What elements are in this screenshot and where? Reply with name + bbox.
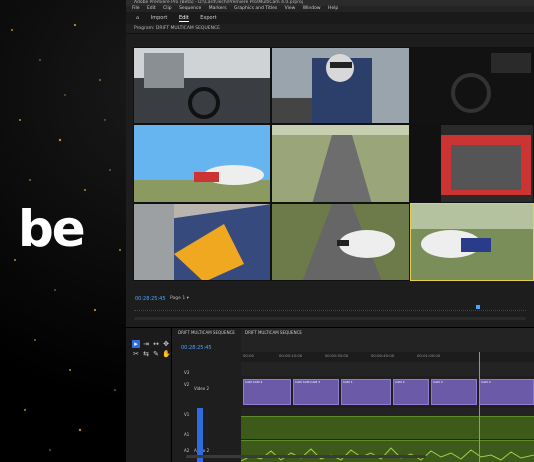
ruler-tick: 00:01:00:00 (417, 353, 441, 358)
clip-label: CAM 2 (395, 380, 405, 384)
slip-icon[interactable]: ⇆ (142, 350, 150, 358)
video-clip[interactable]: CAM 3 (431, 379, 477, 405)
pen-icon[interactable]: ✎ (152, 350, 160, 358)
sequence-tab[interactable]: DRIFT MULTICAM SEQUENCE (245, 330, 302, 335)
video-clip[interactable]: CAM 2 (393, 379, 429, 405)
clip-label: CAM 3 (433, 380, 443, 384)
home-icon[interactable]: ⌂ (136, 15, 139, 21)
move-icon[interactable]: ✥ (162, 340, 170, 348)
ruler-tick: 00:00:30:00 (325, 353, 349, 358)
camera-angle-5[interactable] (271, 124, 410, 203)
timeline-playhead[interactable] (479, 352, 480, 462)
tab-import[interactable]: Import (151, 15, 168, 21)
camera-angle-8[interactable] (271, 203, 410, 281)
menu-file[interactable]: File (132, 6, 140, 11)
audio-clip-a2[interactable] (240, 440, 534, 462)
video-clip[interactable]: CAM CAM CAM 3 (293, 379, 339, 405)
monitor-scrollbar[interactable] (134, 317, 526, 320)
project-tab[interactable]: DRIFT MULTICAM SEQUENCE (172, 328, 242, 337)
hand-icon[interactable]: ✋ (162, 350, 171, 358)
track-label-v3: V3 (184, 370, 190, 375)
track-name-v2: Video 2 (194, 386, 210, 391)
fit-dropdown[interactable]: Page 1 ▾ (170, 296, 189, 301)
camera-angle-7[interactable] (133, 203, 271, 281)
menu-graphics[interactable]: Graphics and Titles (234, 6, 277, 11)
fit-value: Page 1 (170, 296, 186, 301)
menu-help[interactable]: Help (328, 6, 338, 11)
program-timecode[interactable]: 00:28:25:45 (135, 296, 166, 302)
menu-edit[interactable]: Edit (147, 6, 156, 11)
clip-label: CAM 1 (343, 380, 353, 384)
adobe-logo-text: be (18, 200, 86, 258)
clip-label: CAM CAM 4 (245, 380, 263, 384)
track-label-a1: A1 (184, 432, 190, 437)
menu-view[interactable]: View (285, 6, 296, 11)
tab-export[interactable]: Export (200, 15, 216, 21)
camera-angle-9[interactable] (410, 203, 534, 281)
menu-markers[interactable]: Markers (209, 6, 227, 11)
ripple-edit-icon[interactable]: ↔ (152, 340, 160, 348)
track-label-v2: V2 (184, 382, 190, 387)
monitor-playhead[interactable] (476, 305, 480, 309)
menu-window[interactable]: Window (303, 6, 321, 11)
tab-edit[interactable]: Edit (178, 15, 189, 22)
razor-icon[interactable]: ✂ (132, 350, 140, 358)
program-monitor-header: Program: DRIFT MULTICAM SEQUENCE (126, 24, 534, 34)
timeline-timecode[interactable]: 00:28:25:45 (181, 345, 212, 351)
camera-angle-3[interactable] (410, 47, 534, 124)
track-label-a2: A2 (184, 448, 190, 453)
track-label-v1: V1 (184, 412, 190, 417)
camera-angle-2[interactable] (271, 47, 410, 124)
video-clip[interactable]: CAM CAM 4 (243, 379, 291, 405)
timeline-scrollbar[interactable] (186, 455, 426, 458)
monitor-ruler (134, 310, 526, 315)
camera-angle-4[interactable] (133, 124, 271, 203)
camera-angle-6[interactable] (410, 124, 534, 203)
audio-waveform (240, 447, 534, 462)
chevron-down-icon: ▾ (186, 296, 189, 301)
audio-clip-a1[interactable] (241, 416, 534, 439)
track-select-icon[interactable]: ⇥ (142, 340, 150, 348)
tools-panel: ▸ ⇥ ↔ ✥ ✂ ⇆ ✎ ✋ (126, 338, 171, 462)
camera-angle-1[interactable] (133, 47, 271, 124)
clip-label: CAM 4 (481, 380, 491, 384)
premiere-window: Adobe Premiere Pro (Beta) - D:\Card\Tech… (126, 0, 534, 462)
timeline-ruler[interactable]: 00:00 00:00:15:00 00:00:30:00 00:00:45:0… (241, 352, 534, 362)
menu-sequence[interactable]: Sequence (179, 6, 201, 11)
selection-tool-icon[interactable]: ▸ (132, 340, 140, 348)
video-clip[interactable]: CAM 4 (479, 379, 534, 405)
ruler-tick: 00:00:45:00 (371, 353, 395, 358)
video-clip[interactable]: CAM 1 (341, 379, 391, 405)
workspace-nav: ⌂ Import Edit Export (126, 12, 534, 24)
lower-panels: ▸ ⇥ ↔ ✥ ✂ ⇆ ✎ ✋ DRIFT MULTICAM SEQUENCE … (126, 327, 534, 462)
ruler-tick: 00:00 (243, 353, 254, 358)
timeline-panel: DRIFT MULTICAM SEQUENCE 00:28:25:45 00:0… (181, 328, 534, 462)
ruler-tick: 00:00:15:00 (279, 353, 303, 358)
track-target-a1[interactable] (197, 408, 203, 462)
multicam-grid (133, 47, 534, 281)
menu-clip[interactable]: Clip (163, 6, 172, 11)
video-track-v2: CAM CAM 4 CAM CAM CAM 3 CAM 1 CAM 2 CAM … (241, 376, 534, 408)
clip-label: CAM CAM CAM 3 (295, 380, 320, 384)
